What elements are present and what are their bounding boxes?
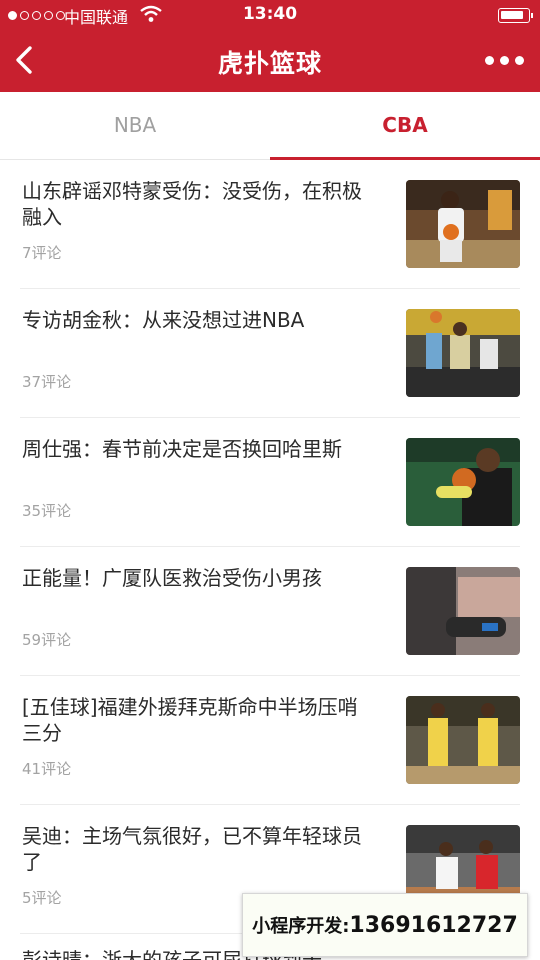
two-players-standing-photo	[406, 696, 520, 784]
news-item[interactable]: 周仕强：春节前决定是否换回哈里斯 35评论	[20, 418, 520, 547]
comment-count: 5评论	[22, 889, 62, 907]
news-thumbnail	[406, 180, 520, 268]
navigation-bar: 虎扑篮球	[0, 30, 540, 92]
news-item[interactable]: 正能量！广厦队医救治受伤小男孩 59评论	[20, 547, 520, 676]
tab-nba[interactable]: NBA	[0, 92, 270, 159]
news-thumbnail	[406, 567, 520, 655]
news-title: 吴迪：主场气氛很好，已不算年轻球员了	[22, 824, 362, 874]
promo-phone: 13691612727	[349, 912, 518, 938]
player-holding-ball-photo	[406, 438, 520, 526]
medic-treatment-photo	[406, 567, 520, 655]
promo-banner: 小程序开发: 13691612727	[242, 893, 528, 957]
page-title: 虎扑篮球	[217, 49, 322, 78]
status-bar: 中国联通 13:40	[0, 0, 540, 30]
news-title: 周仕强：春节前决定是否换回哈里斯	[22, 437, 342, 461]
comment-count: 37评论	[22, 373, 72, 391]
news-title: 山东辟谣邓特蒙受伤：没受伤，在积极融入	[22, 179, 362, 229]
battery-icon	[498, 8, 533, 23]
comment-count: 41评论	[22, 760, 72, 778]
comment-count: 35评论	[22, 502, 72, 520]
league-tabs: NBA CBA	[0, 92, 540, 160]
comment-count: 7评论	[22, 244, 62, 262]
header-bar: 中国联通 13:40 虎扑篮球	[0, 0, 540, 92]
news-title: [五佳球]福建外援拜克斯命中半场压哨三分	[22, 695, 358, 745]
comment-count: 59评论	[22, 631, 72, 649]
news-list: 山东辟谣邓特蒙受伤：没受伤，在积极融入 7评论 专访胡金秋：从来没想过进NBA …	[0, 160, 540, 934]
news-item[interactable]: 山东辟谣邓特蒙受伤：没受伤，在积极融入 7评论	[20, 160, 520, 289]
news-thumbnail	[406, 696, 520, 784]
news-item[interactable]: [五佳球]福建外援拜克斯命中半场压哨三分 41评论	[20, 676, 520, 805]
news-item[interactable]: 专访胡金秋：从来没想过进NBA 37评论	[20, 289, 520, 418]
news-thumbnail	[406, 309, 520, 397]
more-options-icon[interactable]	[485, 56, 524, 65]
status-time: 13:40	[242, 4, 298, 24]
player-dribbling-photo	[406, 180, 520, 268]
news-title: 正能量！广厦队医救治受伤小男孩	[22, 566, 322, 590]
news-title: 专访胡金秋：从来没想过进NBA	[22, 308, 305, 332]
player-shooting-photo	[406, 309, 520, 397]
promo-label: 小程序开发:	[252, 916, 350, 937]
tab-cba[interactable]: CBA	[270, 92, 540, 160]
news-thumbnail	[406, 438, 520, 526]
